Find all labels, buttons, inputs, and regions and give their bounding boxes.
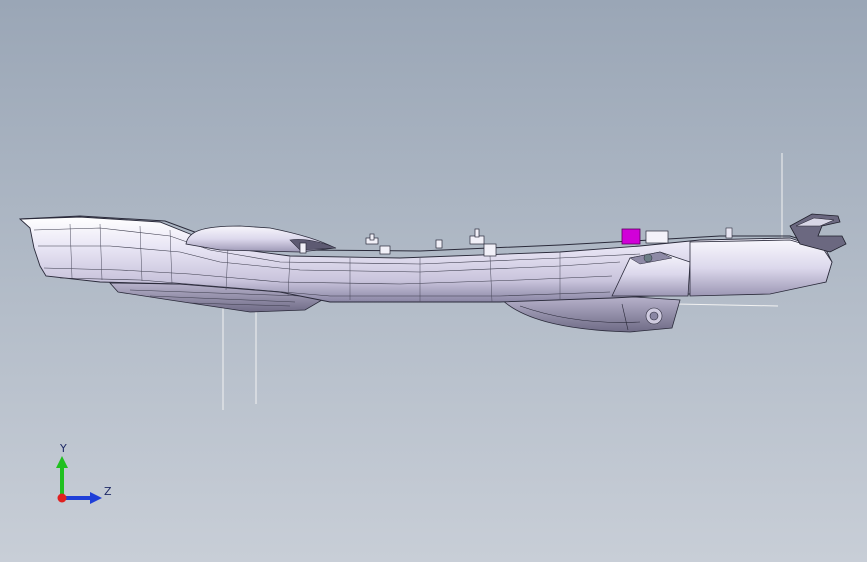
triad-arrows	[56, 456, 102, 504]
deck-studs	[299, 228, 497, 257]
y-arrow-head	[56, 456, 68, 468]
cad-graphics-viewport[interactable]: Y Z	[0, 0, 867, 562]
rear-tube	[689, 239, 833, 297]
y-axis-label: Y	[60, 442, 67, 455]
coordinate-triad: Y Z	[46, 440, 126, 515]
selected-feature[interactable]	[621, 228, 641, 245]
tail-post	[725, 227, 733, 239]
cad-model-side-view[interactable]	[0, 0, 867, 562]
deck-box	[645, 230, 669, 244]
pylon-knob	[643, 253, 653, 263]
z-arrow-head	[90, 492, 102, 504]
x-axis-dot	[57, 493, 67, 503]
z-axis-label: Z	[104, 485, 112, 498]
